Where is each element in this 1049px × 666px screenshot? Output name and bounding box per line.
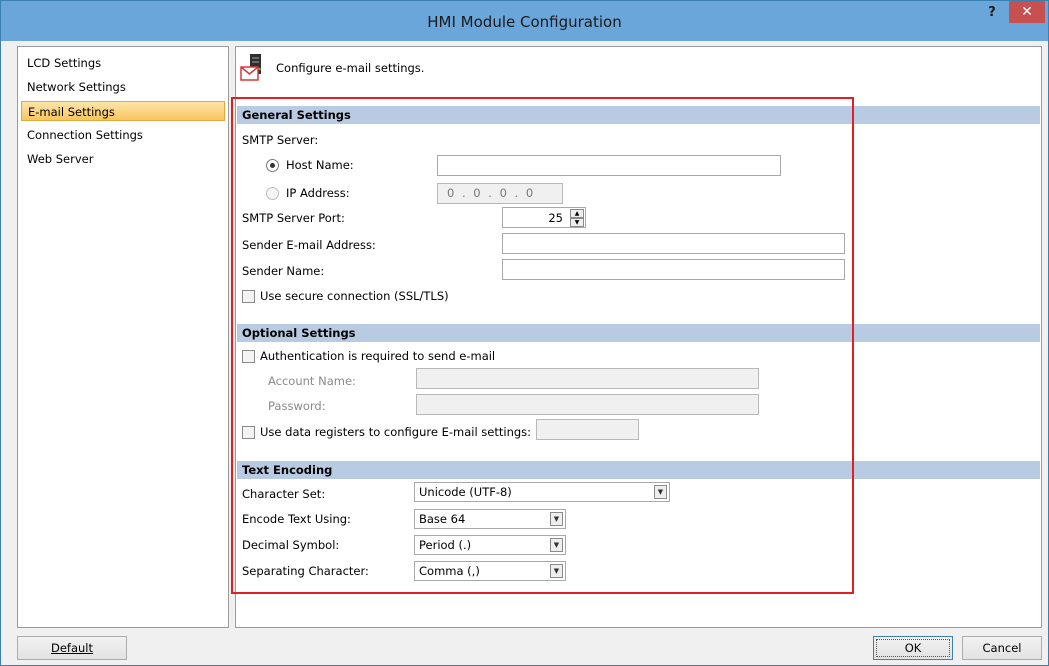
default-button[interactable]: Default bbox=[17, 636, 127, 660]
nav-item-lcd-settings[interactable]: LCD Settings bbox=[21, 53, 225, 73]
settings-nav-list: LCD Settings Network Settings E-mail Set… bbox=[17, 46, 229, 628]
nav-item-email-settings[interactable]: E-mail Settings bbox=[21, 101, 225, 121]
title-bar[interactable]: HMI Module Configuration ? ✕ bbox=[1, 1, 1048, 41]
page-description: Configure e-mail settings. bbox=[276, 61, 425, 75]
email-server-icon bbox=[240, 54, 261, 81]
cancel-button[interactable]: Cancel bbox=[962, 636, 1042, 660]
highlight-box bbox=[231, 97, 854, 594]
close-button[interactable]: ✕ bbox=[1009, 1, 1045, 23]
window-title: HMI Module Configuration bbox=[427, 13, 622, 31]
ok-label: OK bbox=[876, 639, 950, 657]
nav-item-connection-settings[interactable]: Connection Settings bbox=[21, 125, 225, 145]
nav-item-network-settings[interactable]: Network Settings bbox=[21, 77, 225, 97]
nav-item-web-server[interactable]: Web Server bbox=[21, 149, 225, 169]
ok-button[interactable]: OK bbox=[873, 636, 953, 660]
help-button[interactable]: ? bbox=[981, 3, 1003, 23]
